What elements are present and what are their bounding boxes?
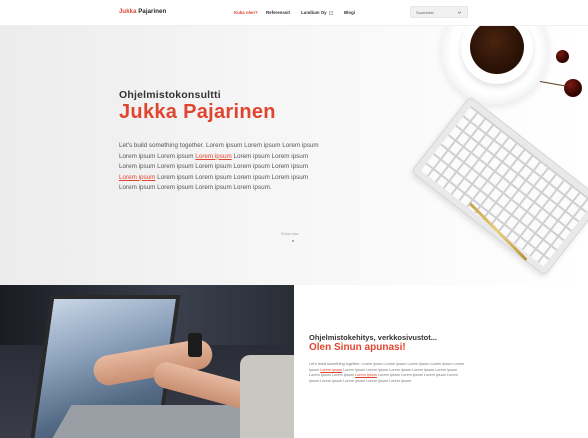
hero-inline-link[interactable]: Lorem ipsum xyxy=(195,153,231,160)
brand-logo[interactable]: Jukka Pajarinen xyxy=(119,9,166,15)
brand-last-name: Pajarinen xyxy=(138,9,167,15)
about-paragraph: Let's build something together. Lorem ip… xyxy=(309,362,467,384)
scroll-hint[interactable]: Rullaa alas xyxy=(281,232,298,236)
keyboard-image xyxy=(410,96,588,277)
nav-link-kuka-olen[interactable]: Kuka olen? xyxy=(234,10,258,15)
laptop-photo xyxy=(0,285,294,438)
chevron-down-icon xyxy=(457,11,462,14)
sleeve-image xyxy=(240,355,294,438)
hero-inline-link[interactable]: Lorem ipsum xyxy=(119,174,155,181)
language-select-value: Suomeksi xyxy=(416,10,434,15)
cherry-image xyxy=(564,79,582,97)
nav-link-lundium-label: Lundium Oy xyxy=(301,10,327,15)
about-subtitle: Ohjelmistokehitys, verkkosivustot... xyxy=(309,333,437,342)
top-navbar: Jukka Pajarinen Kuka olen? Referenssit L… xyxy=(0,0,588,26)
about-inline-link[interactable]: Lorem ipsum xyxy=(355,373,377,377)
external-link-icon xyxy=(329,10,333,15)
cherry-image xyxy=(556,50,569,63)
hero-title: Jukka Pajarinen xyxy=(119,101,276,123)
watch-image xyxy=(188,333,202,357)
about-inline-link[interactable]: Lorem ipsum xyxy=(320,368,342,372)
about-title: Olen Sinun apunasi! xyxy=(309,342,406,353)
brand-first-name: Jukka xyxy=(119,9,137,15)
nav-link-referenssit[interactable]: Referenssit xyxy=(266,10,290,15)
nav-link-lundium[interactable]: Lundium Oy xyxy=(301,10,333,15)
cherry-stem xyxy=(539,81,566,87)
hero-subtitle: Ohjelmistokonsultti xyxy=(119,89,221,101)
hero-paragraph: Let's build something together. Lorem ip… xyxy=(119,141,319,194)
language-select[interactable]: Suomeksi xyxy=(410,6,468,18)
nav-link-blogi[interactable]: Blogi xyxy=(344,10,355,15)
hero-section: Ohjelmistokonsultti Jukka Pajarinen Let'… xyxy=(0,26,588,285)
scroll-down-icon[interactable] xyxy=(292,240,294,242)
